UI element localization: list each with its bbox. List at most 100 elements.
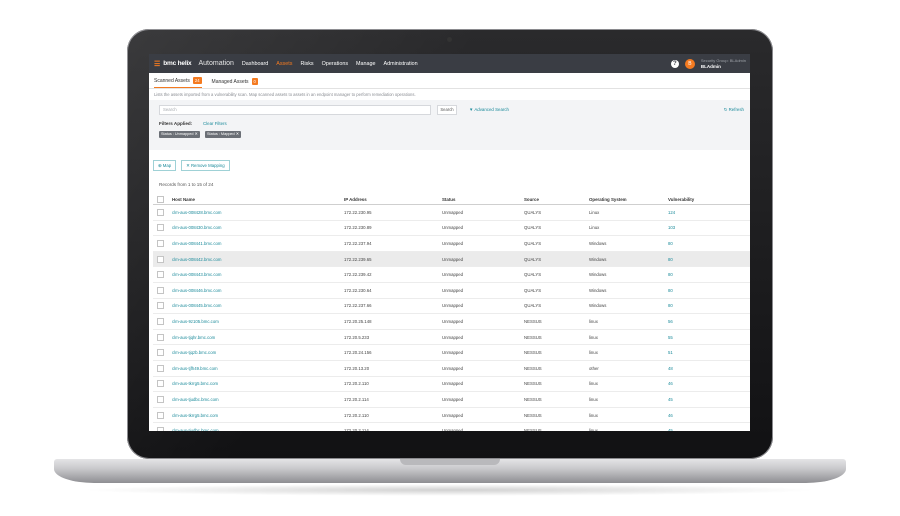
vulnerability-link[interactable]: 103 (668, 225, 728, 230)
host-name-link[interactable]: clm-aus-tjudbc.bmc.com (172, 428, 344, 431)
row-checkbox[interactable] (157, 364, 164, 372)
search-input[interactable]: Search (159, 105, 431, 115)
table-row[interactable]: clm-aus-tjfh49.bmc.com 172.20.13.20 Unmapp… (153, 361, 750, 377)
vulnerability-link[interactable]: 80 (668, 241, 728, 246)
vulnerability-link[interactable]: 80 (668, 303, 728, 308)
vulnerability-link[interactable]: 80 (668, 288, 728, 293)
filter-chip-mapped[interactable]: Status : Mapped ✕ (205, 131, 241, 138)
row-checkbox[interactable] (157, 271, 164, 279)
column-ip-address[interactable]: IP Address (344, 197, 442, 202)
row-checkbox[interactable] (157, 333, 164, 341)
host-name-link[interactable]: clm-aus-tjqhr.bmc.com (172, 335, 344, 340)
advanced-search-link[interactable]: ▼ Advanced Search (469, 107, 509, 112)
remove-mapping-button[interactable]: ✕ Remove Mapping (181, 160, 230, 171)
column-status[interactable]: Status (442, 197, 524, 202)
table-row[interactable]: clm-aus-tjudbc.bmc.com 172.20.2.114 Unmapp… (153, 392, 750, 408)
nav-dashboard[interactable]: Dashboard (242, 61, 268, 67)
vulnerability-link[interactable]: 80 (668, 272, 728, 277)
user-menu[interactable]: Security Group: BLAdmin BLAdmin (701, 58, 746, 69)
table-row[interactable]: clm-aus-008446.bmc.com 172.22.230.64 Unmap… (153, 283, 750, 299)
vulnerability-link[interactable]: 51 (668, 350, 728, 355)
row-checkbox[interactable] (157, 302, 164, 310)
count-badge: 0 (251, 78, 258, 85)
row-checkbox[interactable] (157, 395, 164, 403)
filter-chip-unmapped[interactable]: Status : Unmapped ✕ (159, 131, 200, 138)
select-all-checkbox[interactable] (157, 195, 164, 203)
vulnerability-link[interactable]: 45 (668, 428, 728, 431)
search-button[interactable]: Search (437, 105, 457, 115)
host-name-link[interactable]: clm-aus-tjudbc.bmc.com (172, 397, 344, 402)
column-vulnerability[interactable]: Vulnerability (668, 197, 728, 202)
nav-assets[interactable]: Assets (276, 61, 292, 67)
host-name-link[interactable]: clm-aus-tkrrg5.bmc.com (172, 413, 344, 418)
host-name-link[interactable]: clm-aus-9z105.bmc.com (172, 319, 344, 324)
vulnerability-link[interactable]: 46 (668, 381, 728, 386)
table-row[interactable]: clm-aus-008442.bmc.com 172.22.239.65 Unmap… (153, 251, 750, 268)
table-row[interactable]: clm-aus-tkrrg5.bmc.com 172.20.2.110 Unmapp… (153, 408, 750, 424)
status: Unmapped (442, 318, 464, 324)
vulnerability-link[interactable]: 48 (668, 366, 728, 371)
row-checkbox[interactable] (157, 380, 164, 388)
table-row[interactable]: clm-aus-008441.bmc.com 172.22.237.94 Unmap… (153, 236, 750, 252)
records-count: Records from 1 to 15 of 24 (159, 182, 214, 187)
host-name-link[interactable]: clm-aus-008442.bmc.com (172, 257, 344, 262)
table-row[interactable]: clm-aus-tjudbc.bmc.com 172.20.2.114 Unmapp… (153, 423, 750, 431)
table-row[interactable]: clm-aus-9z105.bmc.com 172.20.25.148 Unmapp… (153, 314, 750, 330)
filters-applied-label: Filters Applied: (159, 121, 193, 126)
vulnerability-link[interactable]: 124 (668, 210, 728, 215)
column-operating-system[interactable]: Operating System (589, 197, 668, 202)
vulnerability-link[interactable]: 45 (668, 397, 728, 402)
main-nav: Dashboard Assets Risks Operations Manage… (242, 61, 418, 67)
host-name-link[interactable]: clm-aus-008445.bmc.com (172, 303, 344, 308)
table-row[interactable]: clm-aus-008428.bmc.com 172.22.230.95 Unmap… (153, 205, 750, 221)
host-name-link[interactable]: clm-aus-008446.bmc.com (172, 288, 344, 293)
tab-managed-assets[interactable]: Managed Assets 0 (212, 78, 258, 88)
map-button[interactable]: ⊕ Map (153, 160, 177, 171)
avatar[interactable]: B (684, 58, 695, 69)
nav-manage[interactable]: Manage (356, 61, 375, 67)
row-checkbox[interactable] (157, 317, 164, 325)
host-name-link[interactable]: clm-aus-tjqzb.bmc.com (172, 350, 344, 355)
row-checkbox[interactable] (157, 427, 164, 431)
refresh-icon: ↻ (723, 107, 728, 112)
source: NESSUS (524, 428, 542, 431)
host-name-link[interactable]: clm-aus-tjfh49.bmc.com (172, 366, 344, 371)
nav-operations[interactable]: Operations (322, 61, 348, 67)
table-row[interactable]: clm-aus-008443.bmc.com 172.22.239.42 Unmap… (153, 267, 750, 283)
table-row[interactable]: clm-aus-tjqhr.bmc.com 172.20.5.233 Unmappe… (153, 330, 750, 346)
row-checkbox[interactable] (157, 349, 164, 357)
row-checkbox[interactable] (157, 239, 164, 247)
tab-scanned-assets[interactable]: Scanned Assets 24 (154, 77, 202, 88)
column-host-name[interactable]: Host Name (172, 197, 344, 202)
host-name-link[interactable]: clm-aus-008430.bmc.com (172, 225, 344, 230)
table-row[interactable]: clm-aus-tkrrg5.bmc.com 172.20.2.110 Unmapp… (153, 377, 750, 393)
brand-name: bmc helix (163, 60, 192, 67)
refresh-button[interactable]: ↻ Refresh (724, 107, 744, 113)
status: Unmapped (442, 365, 464, 371)
host-name-link[interactable]: clm-aus-tkrrg5.bmc.com (172, 381, 344, 386)
product-name: Automation (198, 60, 234, 67)
host-name-link[interactable]: clm-aus-008428.bmc.com (172, 210, 344, 215)
row-checkbox[interactable] (157, 411, 164, 419)
vulnerability-link[interactable]: 56 (668, 319, 728, 324)
nav-risks[interactable]: Risks (300, 61, 313, 67)
row-checkbox[interactable] (157, 208, 164, 216)
row-checkbox[interactable] (157, 224, 164, 232)
table-row[interactable]: clm-aus-tjqzb.bmc.com 172.20.24.156 Unmapp… (153, 345, 750, 361)
vulnerability-link[interactable]: 55 (668, 335, 728, 340)
table-row[interactable]: clm-aus-008430.bmc.com 172.22.230.89 Unmap… (153, 221, 750, 237)
vulnerability-link[interactable]: 46 (668, 413, 728, 418)
host-name-link[interactable]: clm-aus-008441.bmc.com (172, 241, 344, 246)
row-checkbox[interactable] (157, 286, 164, 294)
host-name-link[interactable]: clm-aus-008443.bmc.com (172, 272, 344, 277)
brand[interactable]: ☰ bmc helix Automation (149, 60, 234, 68)
top-navbar: ☰ bmc helix Automation Dashboard Assets … (149, 54, 750, 73)
clear-filters-link[interactable]: Clear Filters (203, 121, 227, 126)
column-source[interactable]: Source (524, 197, 589, 202)
row-checkbox[interactable] (157, 255, 164, 263)
help-icon[interactable]: ? (670, 59, 679, 68)
vulnerability-link[interactable]: 80 (668, 257, 728, 262)
table-row[interactable]: clm-aus-008445.bmc.com 172.22.237.66 Unmap… (153, 299, 750, 315)
assets-table: Host Name IP Address Status Source Opera… (153, 194, 750, 431)
nav-administration[interactable]: Administration (384, 61, 418, 67)
